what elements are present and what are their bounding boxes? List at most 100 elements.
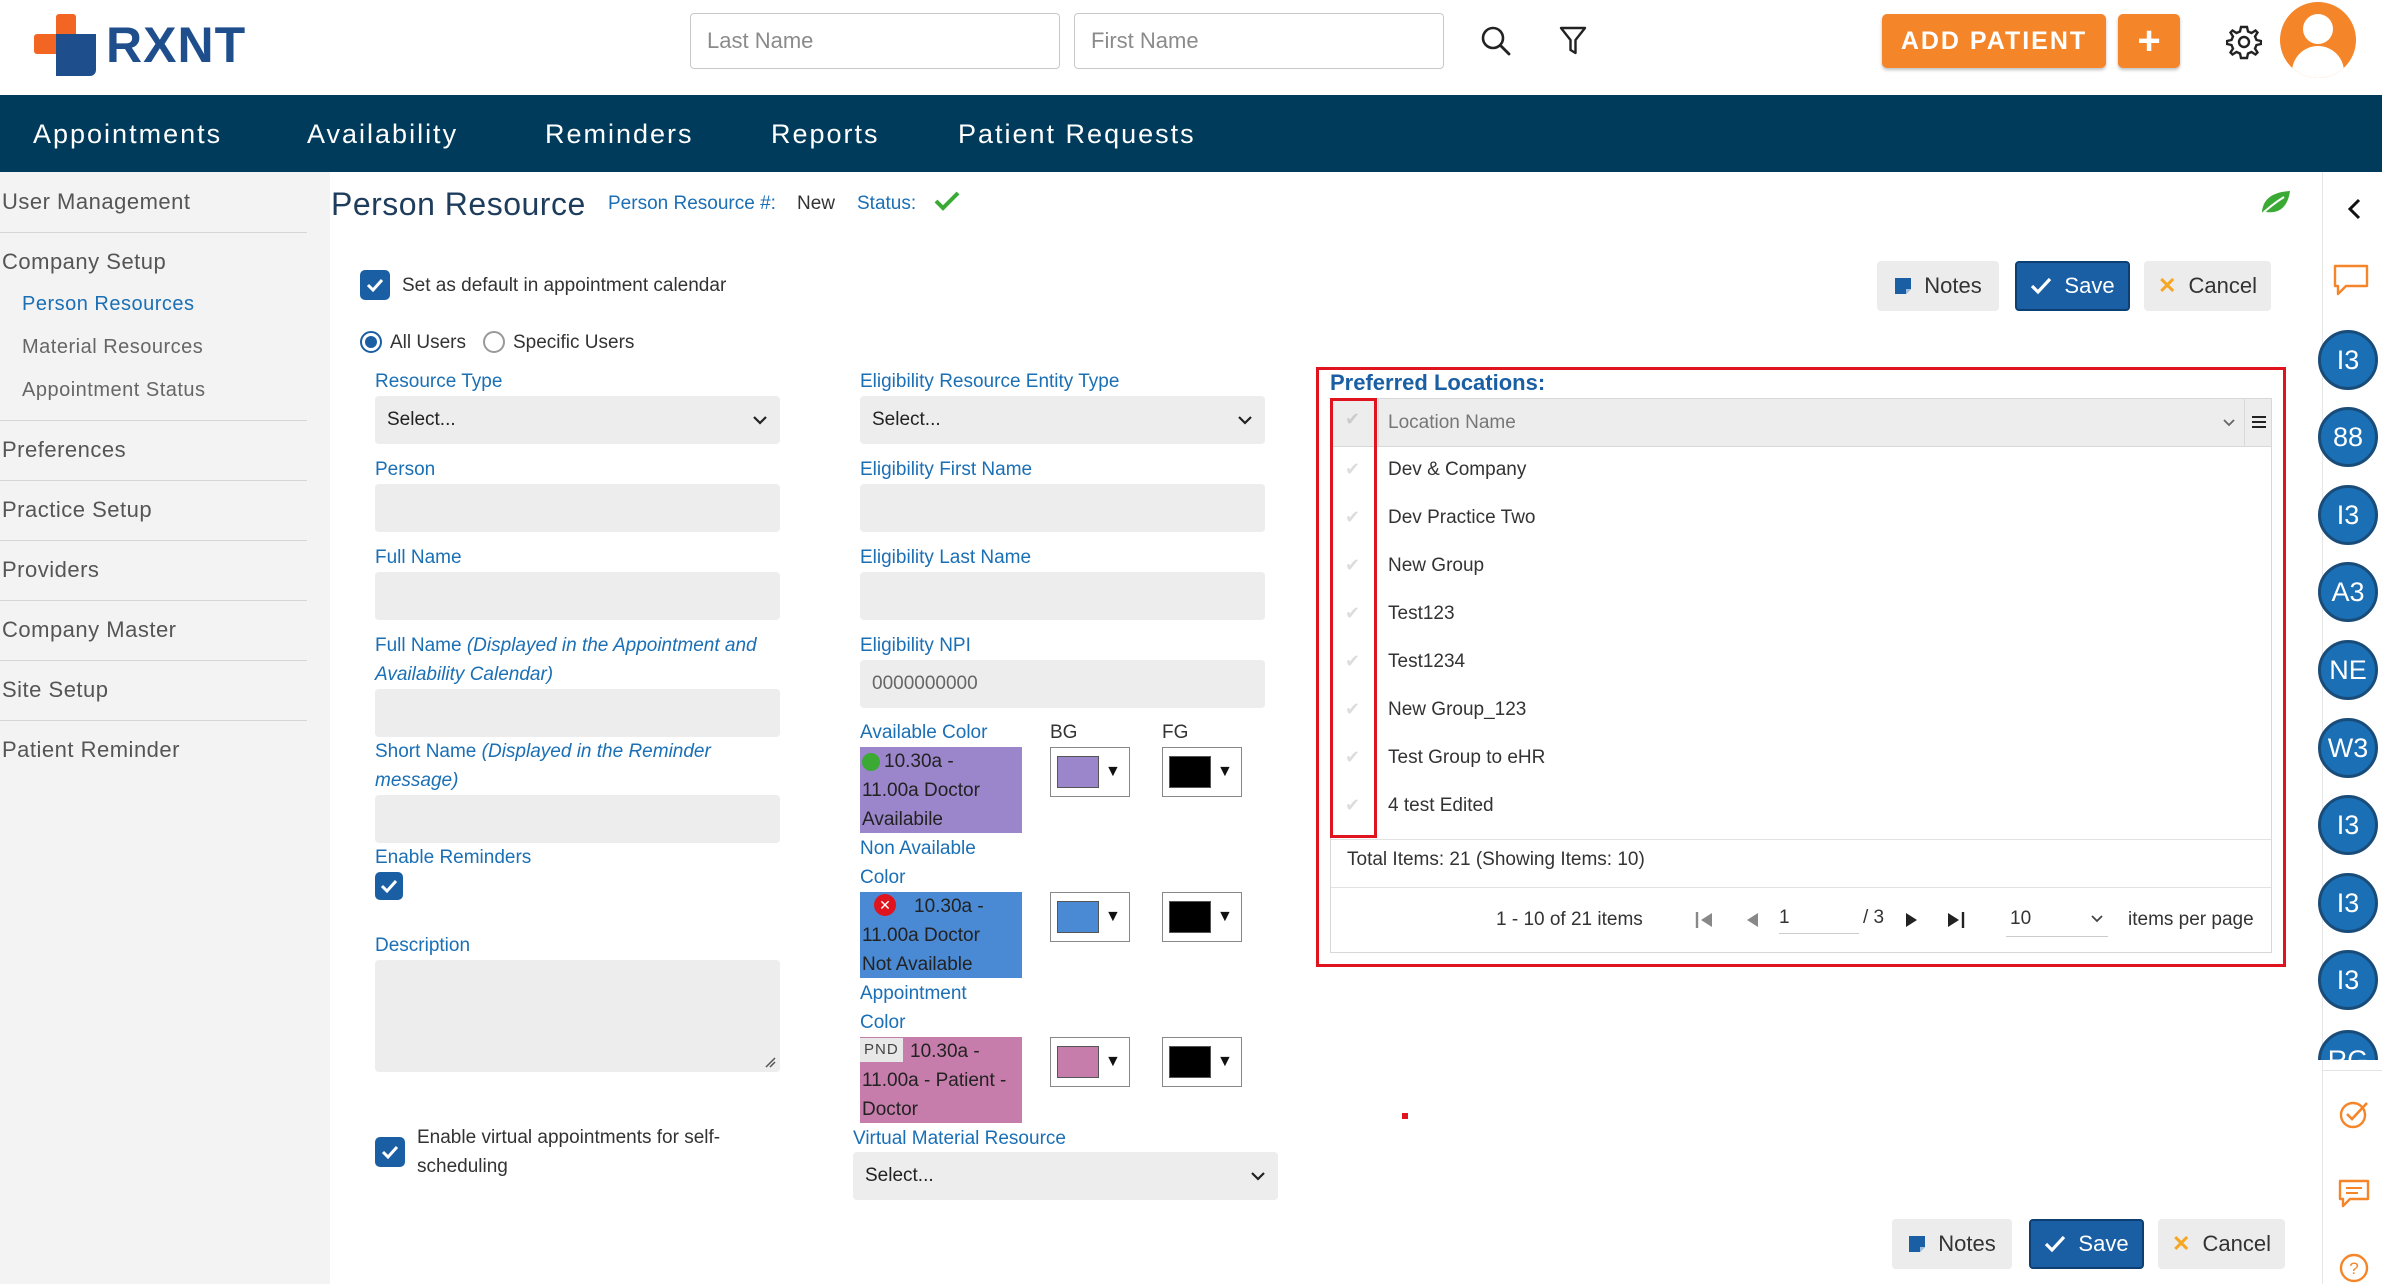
activity-avatar[interactable]: 88 [2318,407,2378,467]
appointment-fg-picker[interactable]: ▼ [1162,1037,1242,1087]
search-icon[interactable] [1475,20,1517,62]
non-available-color-label-line2: Color [860,867,906,888]
elig-last-name-field[interactable] [860,572,1265,620]
activity-avatar[interactable]: I3 [2318,873,2378,933]
location-name: Test123 [1388,603,1455,624]
resource-number-value: New [797,193,836,214]
description-label: Description [375,935,471,956]
chevron-down-icon[interactable] [2222,418,2236,427]
elig-first-name-field[interactable] [860,484,1265,532]
first-name-search-input[interactable] [1074,13,1444,69]
grid-header: ✔ Location Name [1331,399,2271,447]
activity-avatar[interactable]: W3 [2318,718,2378,778]
non-available-bg-picker[interactable]: ▼ [1050,892,1130,942]
sidebar-item-company-master[interactable]: Company Master [2,617,307,643]
notes-button[interactable]: Notes [1877,261,1999,311]
sidebar-item-company-setup[interactable]: Company Setup [2,249,307,275]
chat-icon[interactable] [2330,260,2372,300]
full-name-field[interactable] [375,572,780,620]
location-row[interactable]: ✔ Dev & Company [1331,447,2271,495]
save-button-bottom[interactable]: Save [2029,1219,2144,1269]
filter-icon[interactable] [1552,20,1594,62]
message-icon[interactable] [2336,1176,2372,1212]
sidebar-subitem-person-resources[interactable]: Person Resources [22,293,195,316]
location-row[interactable]: ✔ Test123 [1331,591,2271,639]
page-number-input[interactable]: 1 [1779,907,1859,934]
appointment-sample-line: 11.00a - Patient - [862,1070,1007,1091]
enable-virtual-checkbox[interactable] [375,1137,405,1167]
elig-npi-field[interactable]: 0000000000 [860,660,1265,708]
nav-availability[interactable]: Availability [307,119,458,150]
last-page-icon[interactable] [1946,910,1966,930]
first-page-icon[interactable] [1694,910,1714,930]
appointment-bg-picker[interactable]: ▼ [1050,1037,1130,1087]
activity-avatar[interactable]: I3 [2318,485,2378,545]
sidebar-item-preferences[interactable]: Preferences [2,437,307,463]
all-users-radio[interactable] [360,331,382,353]
location-row[interactable]: ✔ New Group_123 [1331,687,2271,735]
enable-reminders-checkbox[interactable] [375,872,403,900]
activity-avatar[interactable]: I3 [2318,330,2378,390]
default-calendar-checkbox[interactable] [360,270,390,300]
items-per-page-select[interactable]: 10 [2006,901,2108,937]
user-avatar[interactable] [2280,2,2356,78]
sidebar-subitem-appointment-status[interactable]: Appointment Status [22,379,206,402]
location-row[interactable]: ✔ Test Group to eHR [1331,735,2271,783]
sidebar-item-user-management[interactable]: User Management [2,189,307,215]
specific-users-radio[interactable] [483,331,505,353]
sidebar-item-providers[interactable]: Providers [2,557,307,583]
task-check-icon[interactable] [2336,1096,2372,1132]
rxnt-logo[interactable]: RXNT [34,10,246,80]
activity-avatar[interactable]: I3 [2318,950,2378,1010]
help-icon[interactable]: ? [2336,1250,2372,1284]
last-name-search-input[interactable] [690,13,1060,69]
person-field[interactable] [375,484,780,532]
activity-avatar[interactable]: A3 [2318,562,2378,622]
dropdown-arrow-icon: ▼ [1217,908,1233,925]
short-name-field[interactable] [375,795,780,843]
sidebar-item-practice-setup[interactable]: Practice Setup [2,497,307,523]
add-menu-button[interactable]: + [2118,14,2180,68]
add-patient-button[interactable]: ADD PATIENT [1882,14,2106,68]
save-button-label: Save [2064,273,2115,298]
nav-appointments[interactable]: Appointments [33,119,222,150]
next-page-icon[interactable] [1904,911,1920,929]
collapse-chevron-icon[interactable] [2340,194,2370,224]
non-available-sample-line: 11.00a Doctor [862,925,980,946]
nav-reports[interactable]: Reports [771,119,880,150]
appointment-color-label: Appointment [860,983,967,1004]
save-button[interactable]: Save [2015,261,2130,311]
virtual-material-select[interactable]: Select... [853,1152,1278,1200]
short-name-label-line2: message) [375,770,459,791]
location-row[interactable]: ✔ 4 test Edited [1331,783,2271,831]
cancel-button-bottom[interactable]: ✕ Cancel [2158,1219,2285,1269]
notes-button-bottom[interactable]: Notes [1892,1219,2012,1269]
gear-icon[interactable] [2222,20,2266,64]
location-row[interactable]: ✔ Dev Practice Two [1331,495,2271,543]
sidebar-item-site-setup[interactable]: Site Setup [2,677,307,703]
location-row[interactable]: ✔ Test1234 [1331,639,2271,687]
location-row[interactable]: ✔ New Group [1331,543,2271,591]
sidebar-item-patient-reminder[interactable]: Patient Reminder [2,737,307,763]
prev-page-icon[interactable] [1744,911,1760,929]
sidebar-subitem-material-resources[interactable]: Material Resources [22,336,203,359]
description-textarea[interactable] [375,960,780,1072]
display-full-name-field[interactable] [375,689,780,737]
cancel-button[interactable]: ✕ Cancel [2144,261,2271,311]
available-fg-picker[interactable]: ▼ [1162,747,1242,797]
resize-handle-icon[interactable] [764,1056,776,1068]
activity-avatar[interactable]: I3 [2318,795,2378,855]
activity-avatar[interactable]: NE [2318,640,2378,700]
nav-reminders[interactable]: Reminders [545,119,694,150]
available-bg-picker[interactable]: ▼ [1050,747,1130,797]
column-menu-icon[interactable] [2251,414,2267,430]
resource-type-select[interactable]: Select... [375,396,780,444]
non-available-sample-line: Not Available [862,954,973,975]
location-name-column-header[interactable]: Location Name [1388,412,1516,434]
sidebar-divider [0,480,307,481]
nav-patient-requests[interactable]: Patient Requests [958,119,1196,150]
elig-entity-type-select[interactable]: Select... [860,396,1265,444]
non-available-fg-picker[interactable]: ▼ [1162,892,1242,942]
activity-avatar-partial[interactable]: RG [2318,1030,2378,1060]
specific-users-label: Specific Users [513,332,635,353]
